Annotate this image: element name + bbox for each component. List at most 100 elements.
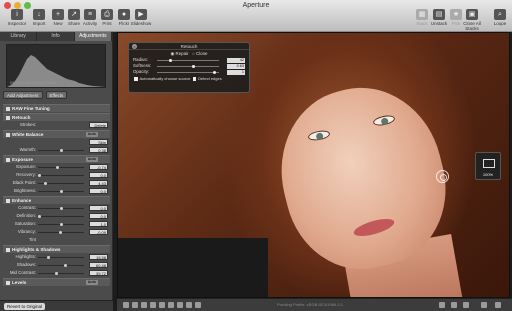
- adjustment-value-field[interactable]: -0.09: [89, 229, 108, 235]
- radius-slider-knob[interactable]: [168, 58, 172, 62]
- adjustment-slider[interactable]: [38, 214, 84, 218]
- split-view-icon[interactable]: [451, 302, 457, 308]
- opacity-slider-knob[interactable]: [213, 70, 217, 74]
- auto-button[interactable]: Auto: [85, 132, 98, 137]
- retouch-tool-icon[interactable]: [195, 302, 201, 308]
- straighten-tool-icon[interactable]: [141, 302, 147, 308]
- adjustment-slider[interactable]: [38, 181, 84, 185]
- clone-radio[interactable]: ○ Clone: [192, 51, 207, 56]
- radius-field[interactable]: 42: [227, 57, 245, 63]
- effects-select[interactable]: Effects: [45, 91, 68, 99]
- section-enable-checkbox[interactable]: [6, 157, 10, 162]
- slider-knob[interactable]: [38, 214, 41, 218]
- slider-knob[interactable]: [59, 189, 63, 193]
- slider-knob[interactable]: [55, 271, 59, 275]
- softness-slider-knob[interactable]: [192, 64, 196, 68]
- section-header-enhance[interactable]: Enhance: [3, 196, 110, 204]
- section-header-retouch[interactable]: Retouch: [3, 113, 110, 121]
- adjustment-value-field[interactable]: -0.74: [89, 164, 108, 170]
- section-header-levels[interactable]: Levels Auto: [3, 278, 110, 286]
- section-enable-checkbox[interactable]: [6, 198, 10, 203]
- loupe-tool-icon[interactable]: [177, 302, 183, 308]
- navigator-panel[interactable]: 100%: [475, 152, 501, 180]
- auto-button[interactable]: Auto: [85, 157, 98, 162]
- crop-tool-icon[interactable]: [150, 302, 156, 308]
- adjustment-value-field[interactable]: Delete: [89, 122, 108, 128]
- section-header-white-balance[interactable]: White Balance Auto: [3, 130, 110, 138]
- navigator-viewport-box[interactable]: [483, 159, 495, 168]
- adjustment-value-field[interactable]: 39.72: [89, 270, 108, 276]
- adjustment-value-field[interactable]: 19.58: [89, 254, 108, 260]
- opacity-field[interactable]: 1: [227, 69, 245, 75]
- photo-sweater: [118, 238, 268, 297]
- adjustment-row: Highlights: 19.58: [3, 253, 110, 261]
- filmstrip-toggle-icon[interactable]: [495, 302, 501, 308]
- section-enable-checkbox[interactable]: [6, 280, 10, 285]
- section-header-exposure[interactable]: Exposure Auto: [3, 155, 110, 163]
- softness-slider[interactable]: [157, 64, 219, 68]
- fullscreen-icon[interactable]: [481, 302, 487, 308]
- slider-knob[interactable]: [59, 222, 63, 226]
- section-enable-checkbox[interactable]: [6, 115, 10, 120]
- section-enable-checkbox[interactable]: [6, 247, 10, 252]
- slider-knob[interactable]: [46, 255, 50, 259]
- softness-field[interactable]: 0.63: [227, 63, 245, 69]
- auto-button[interactable]: Auto: [85, 280, 98, 285]
- adjustment-value-field[interactable]: 0.0: [89, 188, 108, 194]
- adjustment-slider[interactable]: [38, 165, 84, 169]
- auto-source-checkbox[interactable]: [134, 77, 138, 81]
- slider-knob[interactable]: [56, 165, 60, 169]
- adjustment-value-field[interactable]: 1.0: [89, 221, 108, 227]
- adjustment-slider[interactable]: [38, 148, 84, 152]
- adjustment-slider[interactable]: [38, 173, 84, 177]
- detect-edges-checkbox[interactable]: [192, 77, 197, 81]
- section-header-raw-fine-tuning[interactable]: RAW Fine Tuning: [3, 104, 110, 112]
- adjustment-value-field[interactable]: 0.0: [89, 172, 108, 178]
- browser-mode-icon[interactable]: [439, 302, 445, 308]
- slider-knob[interactable]: [38, 173, 41, 177]
- toolbar-loupe-button[interactable]: ⌕ Loupe: [487, 9, 512, 26]
- rotate-tool-icon[interactable]: [132, 302, 138, 308]
- adjustment-value-field[interactable]: 0.0: [89, 213, 108, 219]
- section-title: Retouch: [12, 115, 31, 120]
- toolbar-close-all-stacks-button[interactable]: ▣ Close All Stacks: [459, 9, 485, 31]
- slider-knob[interactable]: [58, 230, 62, 234]
- adjustment-row: Saturation: 1.0: [3, 220, 110, 228]
- adjustment-slider[interactable]: [38, 271, 84, 275]
- slider-knob[interactable]: [59, 206, 63, 210]
- adjustment-label: Brightness:: [14, 188, 36, 193]
- adjustment-slider[interactable]: [38, 230, 84, 234]
- adjustment-slider[interactable]: [38, 263, 84, 267]
- tab-adjustments[interactable]: Adjustments: [74, 32, 112, 41]
- retouch-brush-cursor[interactable]: [436, 170, 449, 183]
- add-adjustment-select[interactable]: Add Adjustment: [3, 91, 43, 99]
- adjustment-slider[interactable]: [38, 255, 84, 259]
- slider-knob[interactable]: [60, 148, 64, 152]
- radius-slider[interactable]: [157, 58, 219, 62]
- toolbar-slideshow-button[interactable]: ▶ Slideshow: [128, 9, 154, 26]
- section-header-highlights-shadows[interactable]: Highlights & Shadows: [3, 245, 110, 253]
- revert-to-original-button[interactable]: Revert to Original: [4, 303, 46, 310]
- tab-info[interactable]: Info: [37, 32, 75, 41]
- adjustment-value-field[interactable]: 60.48: [89, 262, 108, 268]
- opacity-slider[interactable]: [157, 70, 219, 74]
- slider-knob[interactable]: [44, 181, 48, 185]
- viewer-mode-icon[interactable]: [463, 302, 469, 308]
- adjustment-value-field[interactable]: 0.38: [89, 147, 108, 153]
- adjustment-slider[interactable]: [38, 189, 84, 193]
- stamp-tool-icon[interactable]: [168, 302, 174, 308]
- adjustment-value-field[interactable]: 4.43: [89, 180, 108, 186]
- section-enable-checkbox[interactable]: [6, 106, 10, 111]
- section-enable-checkbox[interactable]: [6, 132, 10, 137]
- adjustment-slider[interactable]: [38, 222, 84, 226]
- adjustment-slider[interactable]: [38, 206, 84, 210]
- lift-tool-icon[interactable]: [159, 302, 165, 308]
- redeye-tool-icon[interactable]: [186, 302, 192, 308]
- repair-radio[interactable]: ◉ Repair: [170, 51, 188, 56]
- hud-close-button[interactable]: ×: [132, 44, 137, 49]
- adjustment-value-field[interactable]: 0.0: [89, 205, 108, 211]
- tab-library[interactable]: Library: [0, 32, 38, 41]
- select-tool-icon[interactable]: [123, 302, 129, 308]
- slider-knob[interactable]: [63, 263, 67, 267]
- adjustment-value-field[interactable]: Skin Tone: [89, 139, 108, 151]
